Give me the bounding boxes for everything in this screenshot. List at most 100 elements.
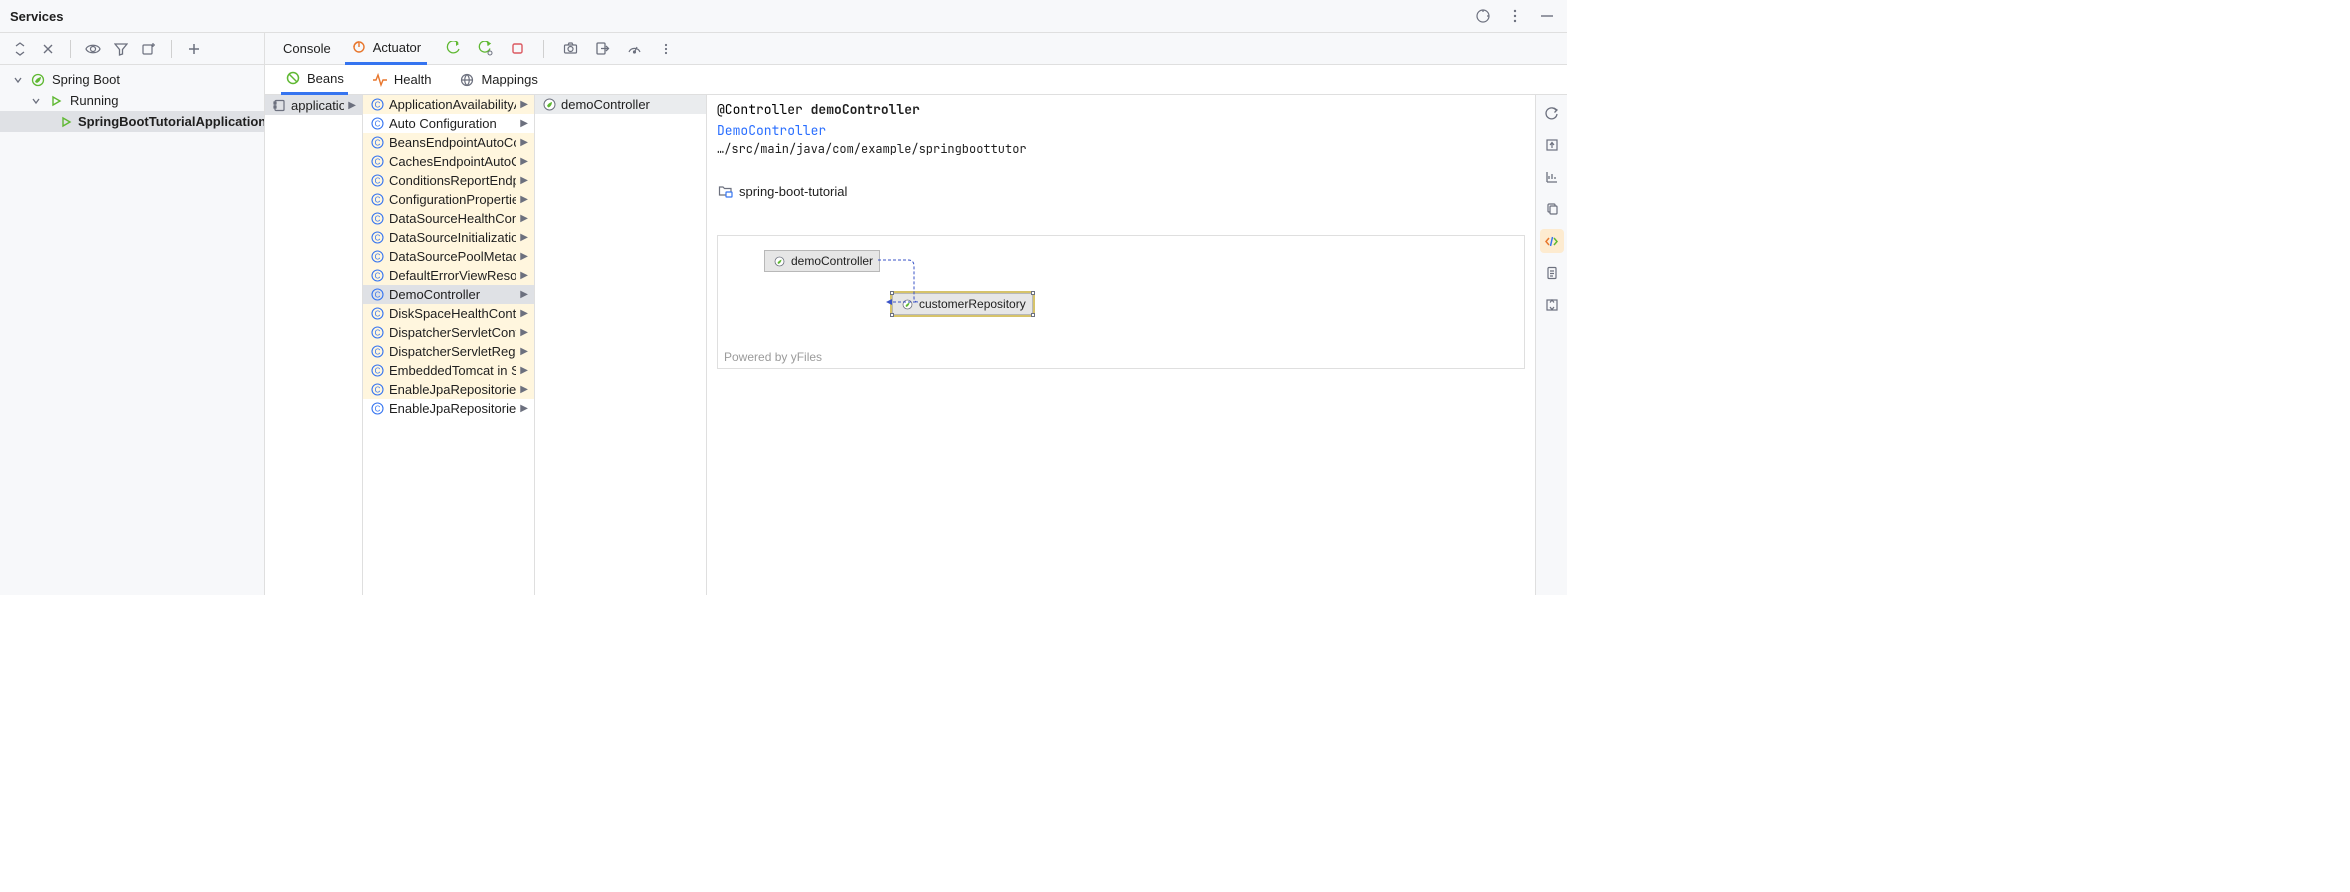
actuator-icon	[351, 39, 367, 55]
bean-item[interactable]: CDataSourceInitializationC▶	[363, 228, 534, 247]
bean-item[interactable]: CDataSourcePoolMetadata▶	[363, 247, 534, 266]
chevron-right-icon: ▶	[520, 308, 528, 319]
bean-item[interactable]: CDemoController▶	[363, 285, 534, 304]
add-icon[interactable]	[184, 39, 204, 59]
class-icon: C	[369, 116, 385, 132]
bean-item[interactable]: CAuto Configuration▶	[363, 114, 534, 133]
svg-text:C: C	[374, 272, 380, 281]
bean-item[interactable]: CBeansEndpointAutoConfi▶	[363, 133, 534, 152]
chevron-down-icon	[28, 93, 44, 109]
subtab-beans[interactable]: Beans	[281, 65, 348, 95]
class-link[interactable]: DemoController	[717, 122, 826, 139]
tree-root-spring-boot[interactable]: Spring Boot	[0, 69, 264, 90]
service-tree: Spring Boot Running SpringBootTutorialAp…	[0, 65, 264, 136]
subtab-health[interactable]: Health	[368, 65, 436, 95]
tree-label: Running	[70, 93, 118, 108]
svg-text:C: C	[374, 329, 380, 338]
gauge-icon[interactable]	[624, 39, 644, 59]
left-toolbar	[0, 33, 264, 65]
class-icon: C	[369, 154, 385, 170]
run-icon	[60, 114, 72, 130]
layout-down-icon[interactable]	[1540, 293, 1564, 317]
bean-item[interactable]: CEnableJpaRepositoriesCo▶	[363, 399, 534, 418]
tree-label: Spring Boot	[52, 72, 120, 87]
class-icon: C	[369, 287, 385, 303]
class-icon: C	[369, 306, 385, 322]
chart-icon[interactable]	[1540, 165, 1564, 189]
expand-collapse-icon[interactable]	[10, 39, 30, 59]
right-tool-strip	[1535, 95, 1567, 595]
chevron-right-icon: ▶	[520, 156, 528, 167]
refresh-icon[interactable]	[1540, 101, 1564, 125]
load-icon[interactable]	[1473, 6, 1493, 26]
class-icon: C	[369, 230, 385, 246]
bean-item[interactable]: CDispatcherServletRegistra▶	[363, 342, 534, 361]
bean-item[interactable]: CEmbeddedTomcat in Serv▶	[363, 361, 534, 380]
bean-item[interactable]: CCachesEndpointAutoCon▶	[363, 152, 534, 171]
health-icon	[372, 72, 388, 88]
chevron-right-icon: ▶	[348, 100, 356, 111]
bean-democontroller[interactable]: demoController	[535, 95, 706, 114]
more-icon[interactable]	[656, 39, 676, 59]
camera-icon[interactable]	[560, 39, 580, 59]
class-icon: C	[369, 268, 385, 284]
chevron-right-icon: ▶	[520, 99, 528, 110]
subtab-mappings[interactable]: Mappings	[455, 65, 541, 95]
chevron-right-icon: ▶	[520, 251, 528, 262]
source-path: …/src/main/java/com/example/springboottu…	[717, 141, 1525, 157]
chevron-right-icon: ▶	[520, 289, 528, 300]
tree-app[interactable]: SpringBootTutorialApplication :80	[0, 111, 264, 132]
context-application[interactable]: application ▶	[265, 95, 362, 115]
doc-icon[interactable]	[1540, 261, 1564, 285]
mappings-icon	[459, 72, 475, 88]
svg-text:C: C	[374, 196, 380, 205]
chevron-right-icon: ▶	[520, 118, 528, 129]
layout-up-icon[interactable]	[1540, 133, 1564, 157]
eye-icon[interactable]	[83, 39, 103, 59]
svg-text:C: C	[374, 253, 380, 262]
minimize-icon[interactable]	[1537, 6, 1557, 26]
rerun-config-icon[interactable]	[475, 39, 495, 59]
chevron-right-icon: ▶	[520, 137, 528, 148]
stop-icon[interactable]	[507, 39, 527, 59]
class-icon: C	[369, 401, 385, 417]
bean-item[interactable]: CDataSourceHealthContrib▶	[363, 209, 534, 228]
bean-item[interactable]: CDefaultErrorViewResolver▶	[363, 266, 534, 285]
chevron-right-icon: ▶	[520, 384, 528, 395]
bean-item[interactable]: CDiskSpaceHealthContribu▶	[363, 304, 534, 323]
new-session-icon[interactable]	[139, 39, 159, 59]
copy-icon[interactable]	[1540, 197, 1564, 221]
filter-icon[interactable]	[111, 39, 131, 59]
code-icon[interactable]	[1540, 229, 1564, 253]
bean-detail: @Controller demoController DemoControlle…	[707, 95, 1535, 595]
chevron-down-icon	[10, 72, 26, 88]
tree-running[interactable]: Running	[0, 90, 264, 111]
bean-item[interactable]: CConfigurationPropertiesR▶	[363, 190, 534, 209]
bean-item[interactable]: CDispatcherServletConfigu▶	[363, 323, 534, 342]
svg-text:C: C	[374, 367, 380, 376]
bean-item[interactable]: CApplicationAvailabilityAut▶	[363, 95, 534, 114]
class-icon: C	[369, 325, 385, 341]
rerun-icon[interactable]	[443, 39, 463, 59]
tab-actuator[interactable]: Actuator	[345, 33, 427, 65]
dependency-diagram[interactable]: demoController customerRepository Powere…	[717, 235, 1525, 369]
svg-text:C: C	[374, 120, 380, 129]
chevron-right-icon: ▶	[520, 403, 528, 414]
class-icon: C	[369, 363, 385, 379]
close-x-icon[interactable]	[38, 39, 58, 59]
svg-text:C: C	[374, 405, 380, 414]
svg-text:C: C	[374, 348, 380, 357]
svg-text:C: C	[374, 139, 380, 148]
bean-item[interactable]: CConditionsReportEndpoin▶	[363, 171, 534, 190]
svg-text:C: C	[374, 310, 380, 319]
class-icon: C	[369, 192, 385, 208]
tab-console[interactable]: Console	[277, 33, 337, 65]
class-icon: C	[369, 249, 385, 265]
bean-item[interactable]: CEnableJpaRepositoriesCo▶	[363, 380, 534, 399]
beans-list: CApplicationAvailabilityAut▶CAuto Config…	[363, 95, 535, 595]
svg-text:C: C	[374, 158, 380, 167]
exit-icon[interactable]	[592, 39, 612, 59]
more-icon[interactable]	[1505, 6, 1525, 26]
module-icon	[271, 97, 287, 113]
chevron-right-icon: ▶	[520, 327, 528, 338]
